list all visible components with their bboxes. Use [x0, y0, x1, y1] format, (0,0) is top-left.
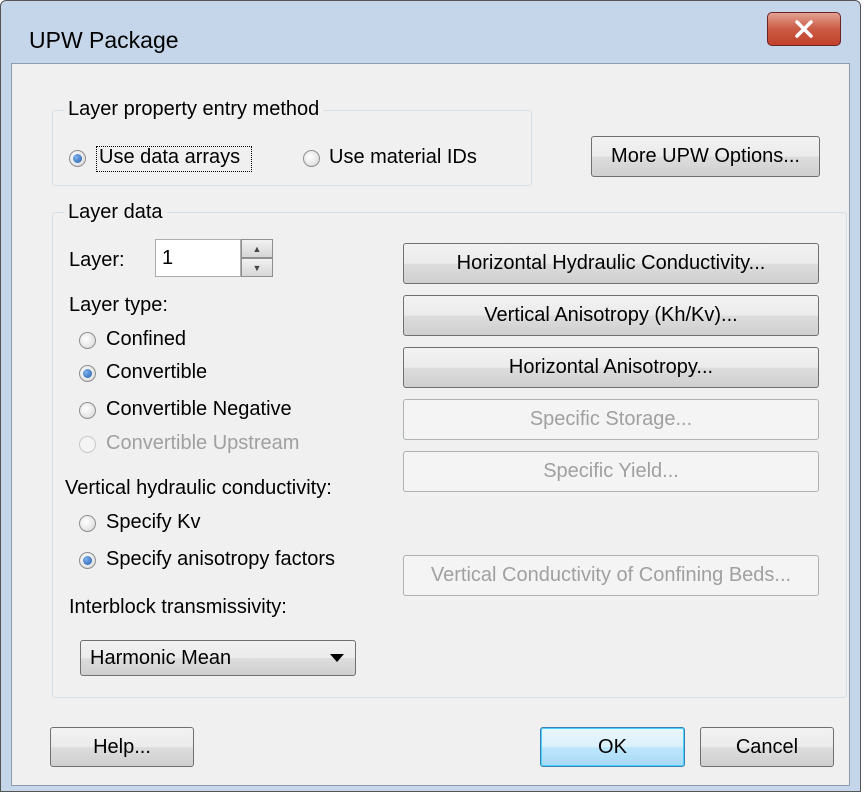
help-button[interactable]: Help... — [50, 727, 194, 767]
radio-indicator — [79, 402, 96, 419]
radio-indicator — [79, 332, 96, 349]
layer-value: 1 — [162, 246, 174, 269]
cancel-button[interactable]: Cancel — [700, 727, 834, 767]
arrow-down-icon: ▼ — [252, 262, 262, 273]
specify-anisotropy-factors-label: Specify anisotropy factors — [106, 548, 335, 570]
spin-up-button[interactable]: ▲ — [241, 239, 273, 258]
use-data-arrays-label: Use data arrays — [99, 146, 241, 168]
confined-label: Confined — [106, 328, 187, 350]
ok-button[interactable]: OK — [540, 727, 685, 767]
convertible-negative-label: Convertible Negative — [106, 398, 292, 420]
radio-indicator — [69, 150, 86, 167]
more-upw-options-button[interactable]: More UPW Options... — [591, 136, 820, 177]
chevron-down-icon — [330, 654, 344, 662]
radio-indicator — [79, 365, 96, 382]
interblock-selected-value: Harmonic Mean — [90, 647, 232, 669]
layer-label: Layer: — [69, 249, 125, 271]
specify-kv-label: Specify Kv — [106, 511, 201, 533]
radio-indicator — [79, 515, 96, 532]
spin-down-button[interactable]: ▼ — [241, 258, 273, 277]
vertical-conductivity-confining-beds-button: Vertical Conductivity of Confining Beds.… — [403, 555, 819, 596]
use-material-ids-label: Use material IDs — [329, 146, 477, 168]
radio-indicator — [79, 436, 96, 453]
layer-entry-group-label: Layer property entry method — [64, 98, 324, 121]
arrow-up-icon: ▲ — [252, 243, 262, 254]
horizontal-anisotropy-button[interactable]: Horizontal Anisotropy... — [403, 347, 819, 388]
window-title: UPW Package — [29, 27, 179, 53]
dialog-content: Layer property entry method Use data arr… — [11, 63, 850, 786]
specific-yield-button: Specific Yield... — [403, 451, 819, 492]
radio-indicator — [303, 150, 320, 167]
close-button[interactable] — [767, 12, 841, 46]
vertical-hydraulic-conductivity-label: Vertical hydraulic conductivity: — [65, 477, 332, 499]
layer-spin-input[interactable]: 1 — [155, 239, 241, 277]
convertible-upstream-label: Convertible Upstream — [106, 432, 300, 454]
dialog-window: UPW Package Layer property entry method … — [0, 0, 861, 792]
radio-indicator — [79, 552, 96, 569]
vertical-anisotropy-button[interactable]: Vertical Anisotropy (Kh/Kv)... — [403, 295, 819, 336]
layer-spinner: ▲ ▼ — [241, 239, 273, 277]
layer-type-label: Layer type: — [69, 294, 168, 316]
specific-storage-button: Specific Storage... — [403, 399, 819, 440]
title-bar[interactable]: UPW Package — [1, 1, 860, 61]
close-icon — [795, 20, 813, 38]
convertible-label: Convertible — [106, 361, 208, 383]
layer-data-group-label: Layer data — [64, 201, 167, 224]
horizontal-hydraulic-conductivity-button[interactable]: Horizontal Hydraulic Conductivity... — [403, 243, 819, 284]
interblock-transmissivity-label: Interblock transmissivity: — [69, 596, 287, 618]
interblock-transmissivity-select[interactable]: Harmonic Mean — [80, 640, 356, 676]
